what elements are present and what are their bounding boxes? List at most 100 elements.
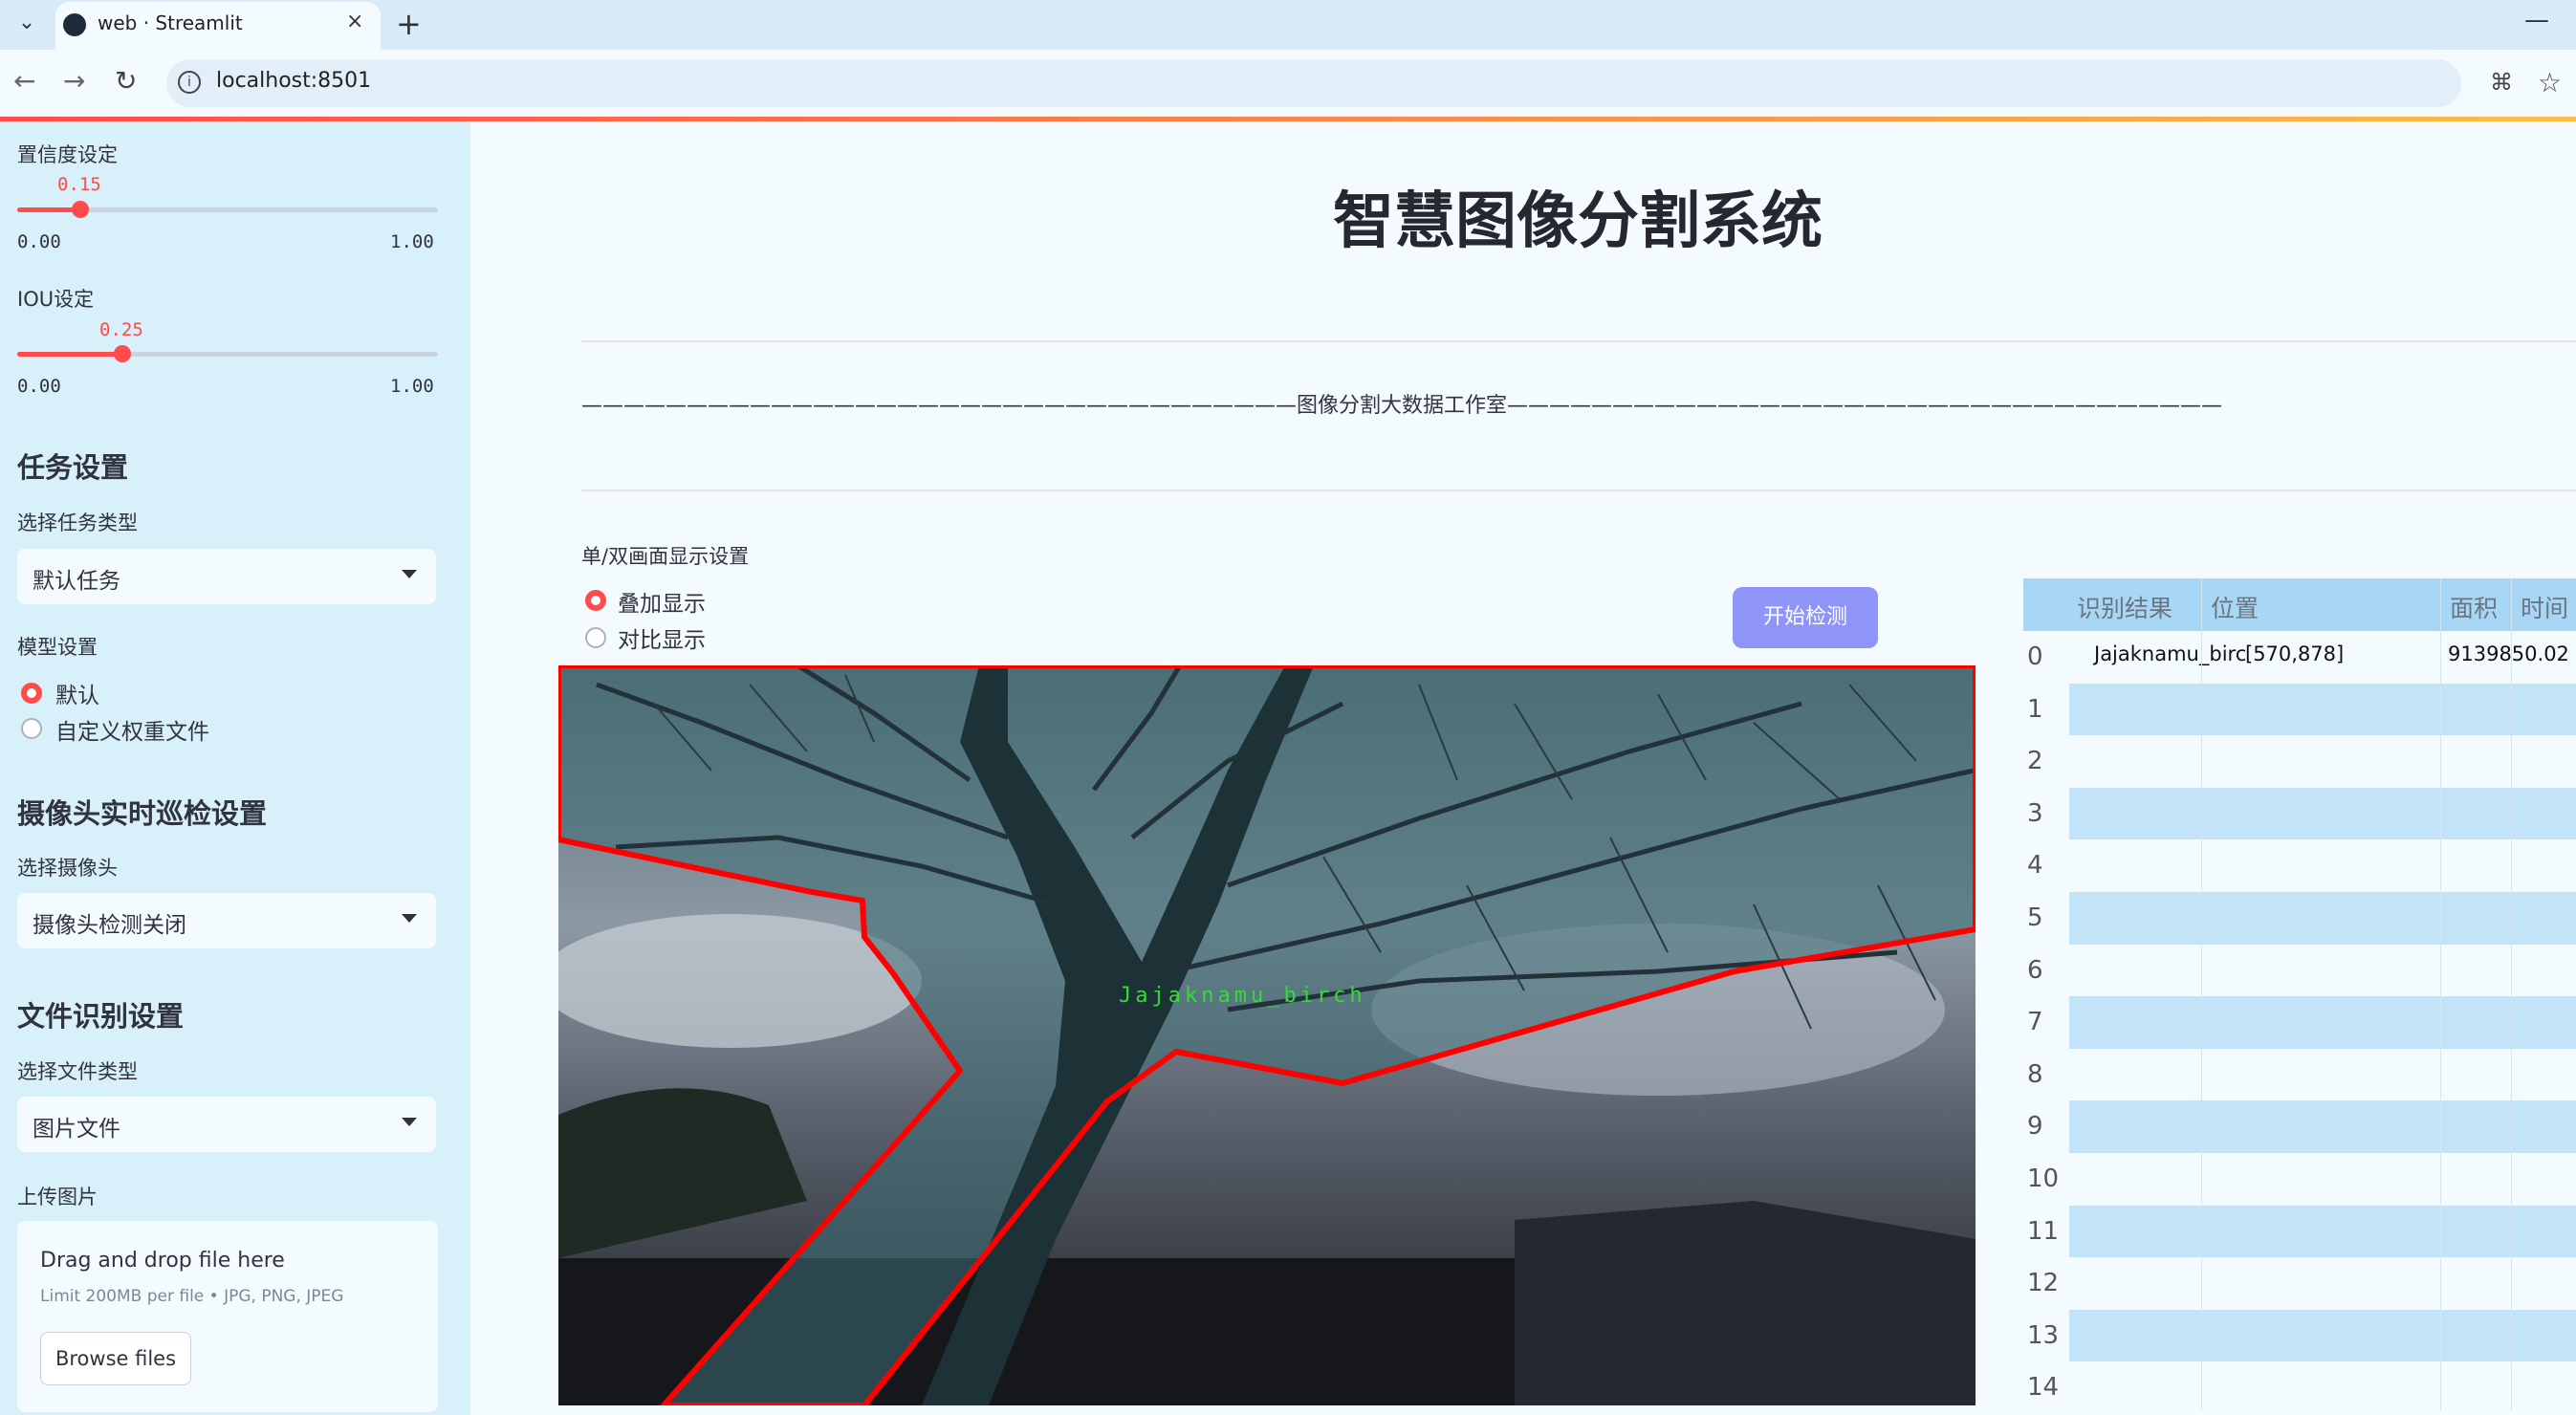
results-table[interactable]: 识别结果 位置 面积 时间 0 Jajaknamu_birch [570,878] 9… — [2023, 578, 2576, 1415]
reload-icon[interactable]: ↻ — [115, 65, 137, 97]
table-row[interactable] — [2069, 1361, 2576, 1415]
confidence-min: 0.00 — [17, 231, 61, 252]
table-row[interactable] — [2069, 892, 2576, 945]
browser-tab-bar — [0, 0, 2576, 50]
table-row[interactable] — [2069, 996, 2576, 1050]
table-row[interactable] — [2069, 683, 2576, 736]
row-index: 6 — [2027, 955, 2043, 985]
table-row[interactable] — [2069, 1048, 2576, 1101]
table-row[interactable] — [2069, 1257, 2576, 1311]
chevron-down-icon — [402, 1118, 417, 1126]
start-detection-button[interactable]: 开始检测 — [1733, 587, 1878, 648]
row-index: 7 — [2027, 1008, 2043, 1037]
camera-label: 选择摄像头 — [17, 857, 118, 880]
chevron-down-icon — [402, 570, 417, 578]
table-row[interactable] — [2069, 1153, 2576, 1206]
display-mode-label: 单/双画面显示设置 — [581, 545, 750, 568]
cell-position[interactable]: [570,878] — [2245, 642, 2345, 665]
task-section-heading: 任务设置 — [17, 451, 129, 484]
model-radio-custom[interactable] — [21, 718, 42, 739]
row-index: 9 — [2027, 1112, 2043, 1142]
upload-label: 上传图片 — [17, 1186, 98, 1208]
chevron-down-icon — [402, 914, 417, 923]
dropzone-limit: Limit 200MB per file • JPG, PNG, JPEG — [40, 1287, 344, 1306]
streamlit-favicon-icon — [63, 13, 86, 36]
table-row[interactable] — [2069, 735, 2576, 789]
row-index: 13 — [2027, 1320, 2060, 1350]
row-index: 3 — [2027, 798, 2043, 828]
display-radio-overlay[interactable] — [585, 590, 606, 611]
row-index: 8 — [2027, 1059, 2043, 1089]
column-divider — [2440, 578, 2441, 1410]
task-type-select[interactable]: 默认任务 — [17, 549, 436, 604]
new-tab-icon[interactable]: + — [396, 6, 422, 42]
column-divider — [2511, 578, 2512, 1410]
confidence-label: 置信度设定 — [17, 143, 118, 166]
row-index: 12 — [2027, 1269, 2060, 1298]
minimize-icon[interactable]: — — [2524, 6, 2549, 34]
site-info-icon[interactable]: i — [178, 71, 201, 94]
model-radio-default[interactable] — [21, 683, 42, 704]
task-type-label: 选择任务类型 — [17, 512, 138, 534]
model-option-default[interactable]: 默认 — [55, 677, 99, 709]
building-silhouette — [1515, 1201, 1976, 1405]
display-option-overlay[interactable]: 叠加显示 — [618, 585, 706, 618]
divider — [581, 490, 2576, 491]
row-index: 14 — [2027, 1373, 2060, 1403]
column-header-result[interactable]: 识别结果 — [2077, 590, 2172, 624]
browse-files-button[interactable]: Browse files — [40, 1332, 191, 1385]
row-index: 5 — [2027, 903, 2043, 932]
iou-label: IOU设定 — [17, 288, 95, 311]
cell-result[interactable]: Jajaknamu_birch — [2094, 642, 2259, 665]
segmentation-result-image: Jajaknamu_birch — [558, 665, 1976, 1405]
display-radio-compare[interactable] — [585, 627, 606, 648]
table-row[interactable] — [2069, 787, 2576, 840]
row-index: 1 — [2027, 694, 2043, 724]
task-type-value: 默认任务 — [33, 569, 120, 594]
camera-value: 摄像头检测关闭 — [33, 913, 186, 938]
row-index: 10 — [2027, 1165, 2060, 1193]
confidence-max: 1.00 — [390, 231, 434, 252]
tab-close-icon[interactable]: × — [346, 10, 363, 33]
column-header-time[interactable]: 时间 — [2521, 590, 2568, 624]
page-title: 智慧图像分割系统 — [1333, 186, 1823, 257]
file-type-select[interactable]: 图片文件 — [17, 1097, 436, 1152]
table-row[interactable] — [2069, 1205, 2576, 1258]
column-header-position[interactable]: 位置 — [2211, 590, 2259, 624]
translate-icon[interactable]: ⌘ — [2490, 69, 2513, 96]
iou-max: 1.00 — [390, 376, 434, 397]
confidence-slider-thumb[interactable] — [72, 201, 89, 218]
row-index: 4 — [2027, 851, 2043, 881]
confidence-value: 0.15 — [57, 174, 101, 195]
forward-arrow-icon[interactable]: → — [63, 65, 85, 97]
column-header-area[interactable]: 面积 — [2450, 590, 2498, 624]
dropzone-title: Drag and drop file here — [40, 1249, 285, 1273]
table-row[interactable] — [2069, 1309, 2576, 1362]
iou-slider-fill — [17, 352, 122, 357]
studio-subtitle: ——————————————————————————————————图像分割大数… — [581, 394, 2223, 418]
file-type-label: 选择文件类型 — [17, 1060, 138, 1083]
segmentation-canvas: Jajaknamu_birch — [558, 665, 1976, 1405]
divider — [581, 340, 2576, 342]
model-label: 模型设置 — [17, 636, 98, 659]
iou-slider-thumb[interactable] — [114, 345, 131, 362]
back-arrow-icon[interactable]: ← — [13, 65, 35, 97]
tab-search-chevron-icon[interactable]: ⌄ — [10, 4, 44, 42]
column-divider — [2201, 578, 2202, 1410]
url-field[interactable] — [166, 59, 2461, 107]
detection-label: Jajaknamu_birch — [1119, 984, 1366, 1008]
model-option-custom[interactable]: 自定义权重文件 — [55, 713, 209, 746]
row-index: 11 — [2027, 1216, 2060, 1246]
file-section-heading: 文件识别设置 — [17, 1000, 185, 1033]
cell-area[interactable]: 9139850.02 — [2448, 642, 2569, 665]
table-row[interactable] — [2069, 1100, 2576, 1154]
camera-section-heading: 摄像头实时巡检设置 — [17, 797, 268, 830]
camera-select[interactable]: 摄像头检测关闭 — [17, 893, 436, 948]
bookmark-star-icon[interactable]: ☆ — [2538, 67, 2562, 98]
iou-value: 0.25 — [99, 319, 143, 340]
table-row[interactable] — [2069, 944, 2576, 997]
table-row[interactable] — [2069, 839, 2576, 893]
url-text[interactable]: localhost:8501 — [216, 69, 371, 93]
display-option-compare[interactable]: 对比显示 — [618, 621, 706, 654]
iou-min: 0.00 — [17, 376, 61, 397]
